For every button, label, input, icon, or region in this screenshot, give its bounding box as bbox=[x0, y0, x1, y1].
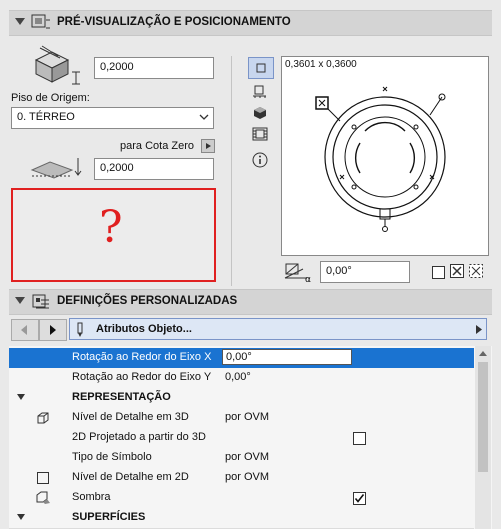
collapse-triangle-icon[interactable] bbox=[15, 18, 25, 25]
property-row-symbol-type[interactable]: Tipo de Símbolo por OVM bbox=[9, 448, 474, 469]
expand-triangle-icon[interactable] bbox=[17, 394, 25, 400]
origin-floor-select[interactable]: 0. TÉRREO bbox=[11, 107, 214, 129]
symbol-preview bbox=[315, 86, 446, 232]
property-row-rotation-x[interactable]: Rotação ao Redor do Eixo X 0,00° bbox=[9, 348, 474, 369]
origin-floor-value: 0. TÉRREO bbox=[17, 111, 75, 123]
mirror-none-checkbox[interactable] bbox=[432, 266, 445, 279]
2d-projected-checkbox[interactable] bbox=[353, 432, 366, 445]
object-height-icon bbox=[34, 45, 80, 85]
property-value: 0,00° bbox=[225, 371, 251, 383]
section-view-icon[interactable] bbox=[252, 84, 268, 100]
zero-elevation-label: para Cota Zero bbox=[120, 140, 194, 152]
collapse-triangle-icon[interactable] bbox=[15, 297, 25, 304]
property-label: Nível de Detalhe em 3D bbox=[72, 411, 189, 423]
angle-field[interactable]: 0,00° bbox=[320, 261, 410, 283]
group-row-surfaces[interactable]: SUPERFÍCIES bbox=[9, 508, 474, 529]
section-header-custom[interactable]: DEFINIÇÕES PERSONALIZADAS bbox=[9, 289, 492, 315]
elevation-field[interactable]: 0,2000 bbox=[94, 158, 214, 180]
section-title: DEFINIÇÕES PERSONALIZADAS bbox=[57, 295, 238, 307]
3d-box-icon bbox=[37, 412, 49, 424]
chevron-down-icon bbox=[199, 114, 209, 120]
property-row-shadow[interactable]: Sombra bbox=[9, 488, 474, 509]
group-label: SUPERFÍCIES bbox=[72, 511, 146, 523]
3d-view-icon[interactable] bbox=[252, 105, 268, 121]
rotation-angle-icon: α bbox=[284, 263, 311, 283]
group-row-representation[interactable]: REPRESENTAÇÃO bbox=[9, 388, 474, 409]
property-label: 2D Projetado a partir do 3D bbox=[72, 431, 206, 443]
scrollbar[interactable] bbox=[475, 346, 491, 529]
play-icon bbox=[206, 143, 211, 149]
attributes-dropdown[interactable]: Atributos Objeto... bbox=[69, 318, 487, 340]
property-row-rotation-y[interactable]: Rotação ao Redor do Eixo Y 0,00° bbox=[9, 368, 474, 389]
property-row-detail-2d[interactable]: Nível de Detalhe em 2D por OVM bbox=[9, 468, 474, 489]
next-page-button[interactable] bbox=[39, 319, 67, 341]
question-mark: ? bbox=[99, 202, 123, 253]
film-strip-icon[interactable] bbox=[252, 126, 268, 142]
shadow-checkbox[interactable] bbox=[353, 492, 366, 505]
property-label: Sombra bbox=[72, 491, 111, 503]
mirror-x-icon[interactable] bbox=[450, 264, 464, 278]
plan-view-button[interactable] bbox=[248, 57, 274, 79]
info-icon[interactable] bbox=[252, 152, 268, 168]
group-label: REPRESENTAÇÃO bbox=[72, 391, 171, 403]
section-header-preview[interactable]: PRÉ-VISUALIZAÇÃO E POSICIONAMENTO bbox=[9, 10, 492, 36]
zero-elevation-button[interactable] bbox=[201, 139, 215, 153]
2d-square-icon bbox=[37, 472, 49, 484]
property-label: Nível de Detalhe em 2D bbox=[72, 471, 189, 483]
svg-text:α: α bbox=[305, 275, 311, 283]
chevron-right-icon bbox=[476, 325, 482, 334]
mirror-dashed-icon[interactable] bbox=[469, 264, 483, 278]
preview-panel[interactable]: 0,3601 x 0,3600 bbox=[281, 56, 489, 256]
preview-section-icon bbox=[31, 14, 50, 29]
origin-floor-label: Piso de Origem: bbox=[11, 92, 90, 104]
section-title: PRÉ-VISUALIZAÇÃO E POSICIONAMENTO bbox=[57, 16, 291, 28]
arrow-left-icon bbox=[21, 325, 27, 335]
height-field[interactable]: 0,2000 bbox=[94, 57, 214, 79]
property-value: por OVM bbox=[225, 411, 270, 423]
scroll-up-icon[interactable] bbox=[475, 346, 491, 360]
property-row-2d-projected[interactable]: 2D Projetado a partir do 3D bbox=[9, 428, 474, 449]
rotation-x-input[interactable]: 0,00° bbox=[222, 349, 352, 365]
property-label: Rotação ao Redor do Eixo Y bbox=[72, 371, 212, 383]
arrow-right-icon bbox=[50, 325, 56, 335]
expand-triangle-icon[interactable] bbox=[17, 514, 25, 520]
missing-preview-box: ? bbox=[11, 188, 216, 282]
property-row-detail-3d[interactable]: Nível de Detalhe em 3D por OVM bbox=[9, 408, 474, 429]
property-label: Rotação ao Redor do Eixo X bbox=[72, 351, 212, 363]
property-label: Tipo de Símbolo bbox=[72, 451, 152, 463]
prev-page-button[interactable] bbox=[11, 319, 39, 341]
property-value: por OVM bbox=[225, 471, 270, 483]
scroll-thumb[interactable] bbox=[478, 362, 488, 472]
elevation-icon bbox=[30, 158, 82, 179]
property-list: Rotação ao Redor do Eixo X 0,00° Rotação… bbox=[9, 346, 492, 529]
property-value: por OVM bbox=[225, 451, 270, 463]
attributes-dropdown-label: Atributos Objeto... bbox=[96, 323, 192, 335]
custom-settings-icon bbox=[32, 294, 49, 309]
pen-icon bbox=[77, 322, 83, 337]
square-icon bbox=[256, 63, 266, 73]
shadow-box-icon bbox=[36, 491, 50, 504]
property-value: 0,00° bbox=[226, 351, 252, 363]
divider bbox=[231, 56, 232, 286]
